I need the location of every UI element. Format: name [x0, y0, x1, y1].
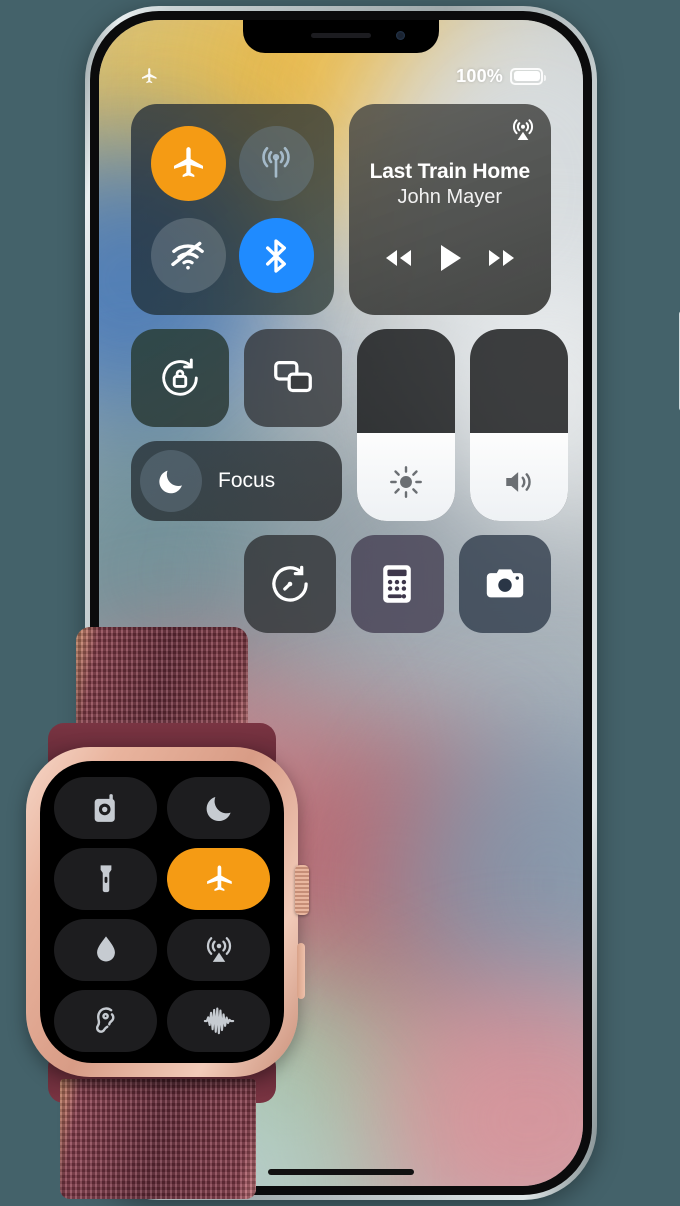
- moon-icon: [159, 470, 182, 494]
- airplay-button[interactable]: [509, 116, 537, 144]
- rotation-lock-icon: [162, 358, 198, 396]
- watch-screen: [40, 761, 284, 1063]
- status-bar: 100%: [99, 64, 583, 88]
- sound-waveform-icon: [203, 1007, 234, 1035]
- cc-row-top: Last Train Home John Mayer: [131, 104, 551, 315]
- watch-control-center: [54, 777, 270, 1052]
- focus-icon-circle: [140, 450, 202, 512]
- focus-button[interactable]: Focus: [131, 441, 342, 521]
- status-bar-right: 100%: [456, 65, 546, 87]
- airplane-mode-toggle[interactable]: [150, 125, 226, 201]
- volume-icon-wrap: [470, 465, 568, 499]
- battery-full-icon: [510, 67, 546, 85]
- cc-middle-left-group: Focus: [131, 329, 342, 521]
- media-track-title: Last Train Home: [369, 160, 531, 183]
- scene: 100% Last Train Home John Mayer Focus: [0, 0, 680, 1206]
- bluetooth-toggle[interactable]: [238, 218, 314, 294]
- cellular-antenna-icon: [262, 147, 291, 178]
- airplay-audio-icon: [206, 937, 231, 962]
- screen-mirroring-icon: [274, 361, 312, 393]
- rewind-icon: [385, 250, 411, 266]
- fast-forward-icon: [488, 250, 514, 266]
- media-playback-module: Last Train Home John Mayer: [348, 104, 551, 315]
- brightness-icon: [390, 466, 422, 498]
- bluetooth-icon: [266, 239, 287, 273]
- rewind-button[interactable]: [381, 246, 415, 275]
- wifi-toggle[interactable]: [150, 218, 226, 294]
- play-button[interactable]: [436, 243, 464, 278]
- cellular-data-toggle[interactable]: [238, 125, 314, 201]
- airplane-icon: [206, 865, 232, 892]
- earpiece-speaker: [311, 33, 371, 38]
- ear-icon: [95, 1007, 114, 1033]
- walkie-talkie-icon: [94, 794, 115, 822]
- calculator-shortcut[interactable]: [351, 535, 444, 633]
- moon-icon: [206, 796, 231, 822]
- watch-side-button[interactable]: [297, 943, 305, 999]
- water-drop-icon: [96, 936, 115, 962]
- calculator-icon: [383, 565, 412, 603]
- walkie-talkie-toggle[interactable]: [54, 777, 157, 839]
- notch: [243, 20, 439, 53]
- fast-forward-button[interactable]: [485, 246, 519, 275]
- digital-crown[interactable]: [295, 865, 309, 915]
- airplane-icon: [142, 68, 157, 84]
- apple-watch-device: [8, 627, 309, 1199]
- camera-icon: [486, 569, 524, 598]
- airplay-audio-icon: [512, 119, 534, 141]
- timer-shortcut[interactable]: [244, 535, 337, 633]
- brightness-slider[interactable]: [357, 329, 455, 521]
- screen-mirroring-button[interactable]: [244, 329, 342, 427]
- watch-airplay-button[interactable]: [167, 919, 270, 981]
- noise-app-button[interactable]: [167, 990, 270, 1052]
- speaker-wave-icon: [506, 472, 531, 492]
- media-controls: [361, 243, 539, 278]
- flashlight-icon: [100, 865, 111, 893]
- battery-percent-label: 100%: [456, 65, 503, 86]
- cc-sliders: [357, 329, 568, 521]
- cc-row-middle: Focus: [131, 329, 568, 521]
- media-artist: John Mayer: [397, 186, 503, 208]
- timer-icon: [272, 565, 308, 602]
- focus-label: Focus: [218, 469, 276, 492]
- cc-toggle-pair: [131, 329, 342, 427]
- airplane-icon: [174, 147, 204, 178]
- cc-shortcuts-row: [244, 535, 551, 633]
- brightness-icon-wrap: [357, 465, 455, 499]
- front-camera: [396, 31, 405, 40]
- silent-mode-toggle[interactable]: [167, 777, 270, 839]
- connectivity-module: [131, 104, 334, 315]
- play-icon: [440, 245, 461, 271]
- watch-band-bottom: [60, 1079, 256, 1199]
- wifi-off-icon: [171, 241, 204, 270]
- watch-airplane-mode-toggle[interactable]: [167, 848, 270, 910]
- rotation-lock-toggle[interactable]: [131, 329, 229, 427]
- volume-slider[interactable]: [470, 329, 568, 521]
- flashlight-toggle[interactable]: [54, 848, 157, 910]
- live-listen-toggle[interactable]: [54, 990, 157, 1052]
- watch-case: [26, 747, 309, 1077]
- camera-shortcut[interactable]: [458, 535, 551, 633]
- water-lock-toggle[interactable]: [54, 919, 157, 981]
